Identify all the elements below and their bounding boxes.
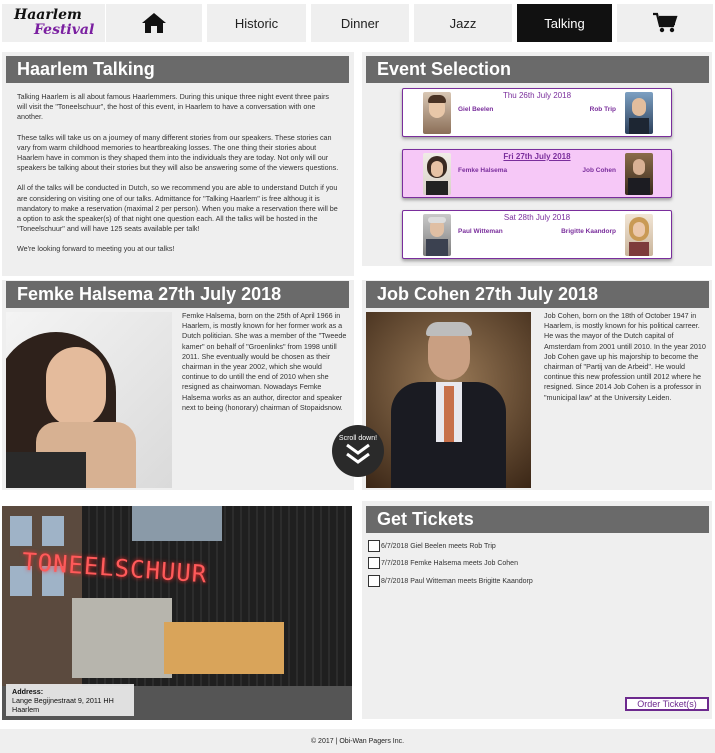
giel-beelen-photo bbox=[423, 92, 451, 134]
festival-logo[interactable]: Haarlem Festival bbox=[2, 4, 105, 42]
get-tickets-panel: Get Tickets bbox=[362, 501, 712, 719]
tab-historic[interactable]: Historic bbox=[207, 4, 306, 42]
toneelschuur-venue-photo: TONEELSCHUUR Address: Lange Begijnestraa… bbox=[2, 506, 352, 720]
ticket-checkbox[interactable] bbox=[368, 557, 380, 569]
intro-panel: Haarlem Talking Talking Haarlem is all a… bbox=[2, 52, 354, 276]
event-selection-panel: Event Selection Thu 26th July 2018 Giel … bbox=[362, 52, 712, 266]
job-cohen-photo bbox=[625, 153, 653, 195]
chevron-double-down-icon bbox=[346, 443, 370, 464]
ticket-checkbox[interactable] bbox=[368, 575, 380, 587]
footer: © 2017 | Obi-Wan Pagers Inc. bbox=[0, 729, 715, 753]
page: Haarlem Festival Historic Dinner Jazz Ta… bbox=[0, 0, 715, 753]
speaker-job-title: Job Cohen 27th July 2018 bbox=[366, 281, 709, 308]
top-navigation: Haarlem Festival Historic Dinner Jazz Ta… bbox=[0, 0, 715, 46]
intro-text: Talking Haarlem is all about famous Haar… bbox=[17, 92, 339, 265]
intro-paragraph-3: All of the talks will be conducted in Du… bbox=[17, 183, 338, 234]
femke-halsema-photo bbox=[423, 153, 451, 195]
logo-line-1: Haarlem bbox=[14, 7, 82, 23]
intro-paragraph-1: Talking Haarlem is all about famous Haar… bbox=[17, 92, 330, 122]
nav-cart[interactable] bbox=[617, 4, 713, 42]
speaker-right-name: Rob Trip bbox=[589, 106, 616, 113]
ticket-label: 6/7/2018 Giel Beelen meets Rob Trip bbox=[381, 542, 496, 550]
tab-talking[interactable]: Talking bbox=[517, 4, 612, 42]
tab-dinner[interactable]: Dinner bbox=[311, 4, 409, 42]
job-cohen-portrait bbox=[366, 312, 531, 488]
address-text: Lange Begijnestraat 9, 2011 HH Haarlem bbox=[12, 696, 114, 714]
speaker-left-name: Giel Beelen bbox=[458, 106, 494, 113]
intro-title: Haarlem Talking bbox=[6, 56, 349, 83]
speaker-femke-title: Femke Halsema 27th July 2018 bbox=[6, 281, 349, 308]
brigitte-kaandorp-photo bbox=[625, 214, 653, 256]
event-card-thursday[interactable]: Thu 26th July 2018 Giel Beelen Rob Trip bbox=[402, 88, 672, 137]
speaker-femke-bio: Femke Halsema, born on the 25th of April… bbox=[182, 311, 347, 412]
speaker-job-bio: Job Cohen, born on the 18th of October 1… bbox=[544, 311, 706, 402]
scroll-down-button[interactable]: Scroll down! bbox=[332, 425, 384, 477]
intro-paragraph-2: These talks will take us on a journey of… bbox=[17, 132, 339, 173]
speaker-femke-panel: Femke Halsema 27th July 2018 Femke Halse… bbox=[2, 280, 354, 490]
femke-halsema-portrait bbox=[6, 312, 172, 488]
ticket-option-3[interactable]: 8/7/2018 Paul Witteman meets Brigitte Ka… bbox=[368, 575, 533, 587]
rob-trip-photo bbox=[625, 92, 653, 134]
home-icon bbox=[142, 13, 166, 33]
scroll-down-label: Scroll down! bbox=[338, 435, 378, 442]
venue-address-box: Address: Lange Begijnestraat 9, 2011 HH … bbox=[6, 684, 134, 716]
ticket-label: 8/7/2018 Paul Witteman meets Brigitte Ka… bbox=[381, 577, 533, 585]
nav-home[interactable] bbox=[106, 4, 202, 42]
logo-line-2: Festival bbox=[34, 22, 95, 38]
get-tickets-title: Get Tickets bbox=[366, 506, 709, 533]
event-card-friday[interactable]: Fri 27th July 2018 Femke Halsema Job Coh… bbox=[402, 149, 672, 198]
ticket-option-1[interactable]: 6/7/2018 Giel Beelen meets Rob Trip bbox=[368, 540, 496, 552]
ticket-option-2[interactable]: 7/7/2018 Femke Halsema meets Job Cohen bbox=[368, 557, 518, 569]
ticket-label: 7/7/2018 Femke Halsema meets Job Cohen bbox=[381, 559, 518, 567]
event-selection-title: Event Selection bbox=[366, 56, 709, 83]
speaker-left-name: Paul Witteman bbox=[458, 228, 503, 235]
speaker-left-name: Femke Halsema bbox=[458, 167, 508, 174]
order-tickets-button[interactable]: Order Ticket(s) bbox=[625, 697, 709, 711]
event-card-saturday[interactable]: Sat 28th July 2018 Paul Witteman Brigitt… bbox=[402, 210, 672, 259]
paul-witteman-photo bbox=[423, 214, 451, 256]
footer-copyright: © 2017 | Obi-Wan Pagers Inc. bbox=[310, 737, 405, 745]
cart-icon bbox=[653, 12, 678, 33]
ticket-checkbox[interactable] bbox=[368, 540, 380, 552]
address-label: Address: bbox=[12, 687, 44, 696]
tab-jazz[interactable]: Jazz bbox=[414, 4, 512, 42]
intro-paragraph-4: We're looking forward to meeting you at … bbox=[17, 244, 175, 254]
speaker-right-name: Job Cohen bbox=[582, 167, 616, 174]
speaker-job-panel: Job Cohen 27th July 2018 Job Cohen, born… bbox=[362, 280, 712, 490]
speaker-right-name: Brigitte Kaandorp bbox=[561, 228, 616, 235]
